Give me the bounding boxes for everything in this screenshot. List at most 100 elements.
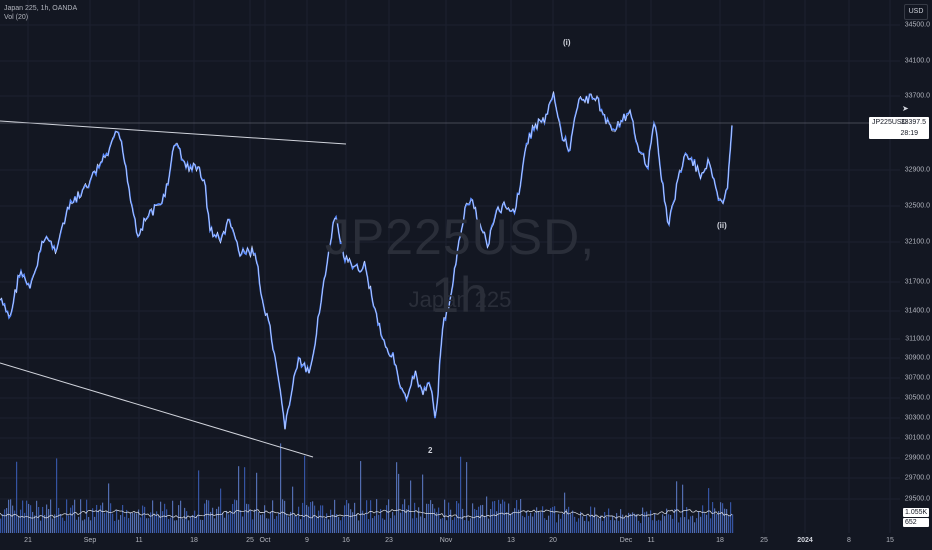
volume-bar (102, 502, 104, 533)
volume-bar (574, 516, 576, 533)
volume-bar (358, 520, 360, 533)
volume-bar (530, 512, 532, 533)
volume-bar (606, 516, 608, 533)
volume-bar (98, 510, 100, 533)
volume-bar (668, 514, 670, 533)
volume-bar (470, 518, 472, 533)
volume-bar (190, 516, 192, 533)
volume-bar (76, 519, 78, 533)
volume-bar (424, 518, 426, 533)
volume-bar (340, 520, 342, 533)
volume-bar (118, 519, 120, 533)
symbol-title[interactable]: Japan 225, 1h, OANDA (4, 4, 77, 13)
volume-bar (294, 515, 296, 533)
volume-bar (442, 518, 444, 533)
volume-bar (336, 514, 338, 533)
volume-bar (704, 513, 706, 533)
volume-bar (732, 514, 734, 533)
volume-bar (4, 509, 6, 533)
volume-bar (236, 500, 238, 533)
volume-bar (558, 514, 560, 533)
volume-bar (460, 456, 462, 533)
volume-bar (538, 511, 540, 533)
currency-button[interactable]: USD (904, 4, 928, 20)
volume-bar (298, 506, 300, 533)
volume-bar (278, 512, 280, 533)
volume-bar (454, 517, 456, 533)
volume-bar (420, 516, 422, 533)
volume-bar (204, 503, 206, 533)
volume-bar (108, 483, 110, 533)
volume-bar (170, 517, 172, 533)
volume-bar (512, 511, 514, 533)
price-axis[interactable]: 34500.0 34100.0 33700.0 32900.0 32500.0 32100… (900, 0, 932, 533)
volume-bar (682, 484, 684, 533)
price-tick-label: 32100.0 (904, 238, 930, 246)
upper-trendline (0, 120, 347, 145)
price-tick-label: 32900.0 (904, 166, 930, 174)
volume-bar (110, 503, 112, 533)
volume-bar (528, 515, 530, 533)
volume-bar (686, 507, 688, 533)
volume-bar (658, 519, 660, 533)
volume-bar (610, 520, 612, 533)
volume-bar (646, 511, 648, 533)
volume-bar (296, 516, 298, 533)
volume-bar (74, 499, 76, 533)
volume-bar (194, 510, 196, 533)
volume-bar (254, 509, 256, 533)
time-tick-label: 18 (716, 537, 724, 544)
volume-bar (536, 507, 538, 533)
volume-bar (552, 506, 554, 533)
volume-bar (592, 515, 594, 533)
volume-bar (96, 504, 98, 533)
volume-bar (630, 513, 632, 533)
volume-ma-label: 652 (903, 518, 929, 527)
volume-bar (140, 517, 142, 533)
volume-bar (364, 514, 366, 533)
volume-bar (62, 517, 64, 533)
volume-bar (100, 505, 102, 533)
volume-bar (730, 502, 732, 533)
volume-bar (350, 509, 352, 533)
volume-bar (548, 515, 550, 533)
volume-bar (226, 510, 228, 533)
volume-bar (0, 518, 2, 533)
volume-bar (202, 519, 204, 533)
volume-bar (346, 499, 348, 533)
volume-bar (684, 517, 686, 533)
volume-bar (354, 502, 356, 533)
volume-bar (348, 503, 350, 533)
volume-bar (474, 508, 476, 533)
time-axis[interactable]: 21 Sep 11 18 25 Oct 9 16 23 Nov 13 20 Dec 11 18 25 2024 8… (0, 533, 900, 550)
price-tick-label: 30700.0 (904, 374, 930, 382)
volume-bar (498, 499, 500, 533)
volume-bar (314, 505, 316, 533)
time-tick-label: Dec (619, 537, 633, 544)
alert-cursor-icon[interactable]: ➤ (902, 104, 909, 113)
volume-indicator-label[interactable]: Vol (20) (4, 13, 77, 22)
volume-bar (224, 517, 226, 533)
volume-bar (394, 515, 396, 533)
volume-bar (508, 503, 510, 533)
volume-bar (594, 507, 596, 533)
volume-bar (600, 515, 602, 533)
volume-bar (542, 506, 544, 533)
volume-bar (500, 503, 502, 533)
volume-bar (544, 518, 546, 533)
volume-bar (596, 516, 598, 533)
volume-bar (452, 519, 454, 533)
volume-bar (618, 520, 620, 533)
volume-bar (256, 472, 258, 533)
volume-bar (700, 516, 702, 533)
volume-bar (648, 517, 650, 533)
volume-bar (440, 518, 442, 533)
volume-bar (90, 520, 92, 533)
volume-bar (396, 462, 398, 533)
volume-bar (250, 510, 252, 533)
volume-bar (300, 519, 302, 533)
volume-bar (64, 520, 66, 533)
price-tick-label: 31100.0 (905, 335, 930, 343)
time-tick-label: 18 (190, 537, 198, 544)
volume-bar (200, 519, 202, 533)
